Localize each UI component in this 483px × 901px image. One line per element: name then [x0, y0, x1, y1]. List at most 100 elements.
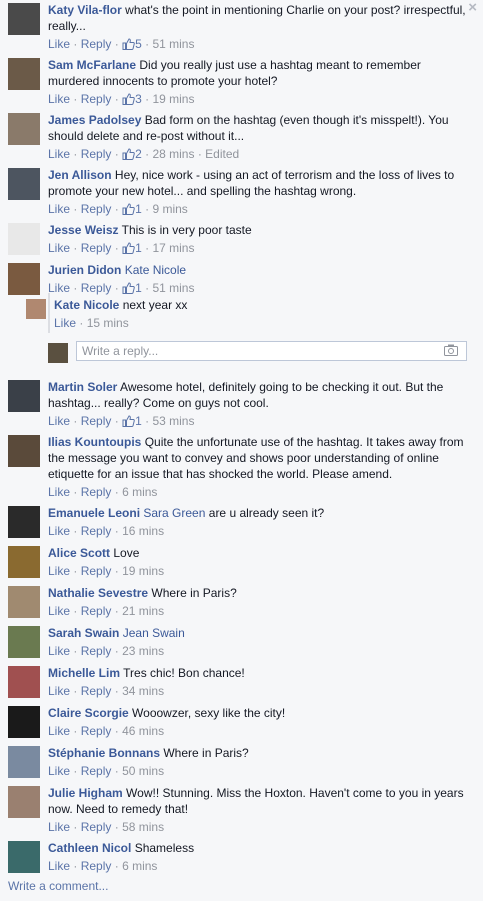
reply-link[interactable]: Reply — [81, 37, 112, 51]
avatar[interactable] — [8, 113, 40, 145]
avatar[interactable] — [8, 706, 40, 738]
commenter-name[interactable]: James Padolsey — [48, 113, 141, 127]
reply-link[interactable]: Reply — [81, 684, 112, 698]
timestamp[interactable]: 6 mins — [122, 859, 157, 873]
commenter-name[interactable]: Ilias Kountoupis — [48, 435, 141, 449]
commenter-name[interactable]: Jen Allison — [48, 168, 112, 182]
reply-link[interactable]: Reply — [81, 524, 112, 538]
avatar[interactable] — [8, 263, 40, 295]
thumbs-up-icon[interactable] — [122, 148, 135, 160]
close-icon[interactable]: × — [468, 0, 477, 15]
reply-input[interactable]: Write a reply... — [76, 341, 467, 361]
timestamp[interactable]: 6 mins — [122, 485, 157, 499]
timestamp[interactable]: 58 mins — [122, 820, 164, 834]
thumbs-up-icon[interactable] — [122, 38, 135, 50]
avatar[interactable] — [8, 626, 40, 658]
commenter-name[interactable]: Sarah Swain — [48, 626, 119, 640]
like-link[interactable]: Like — [48, 241, 70, 255]
avatar[interactable] — [8, 841, 40, 873]
reply-link[interactable]: Reply — [81, 724, 112, 738]
timestamp[interactable]: 17 mins — [152, 241, 194, 255]
commenter-name[interactable]: Alice Scott — [48, 546, 110, 560]
like-link[interactable]: Like — [48, 859, 70, 873]
like-link[interactable]: Like — [48, 604, 70, 618]
like-link[interactable]: Like — [48, 764, 70, 778]
like-link[interactable]: Like — [48, 414, 70, 428]
timestamp[interactable]: 28 mins — [152, 147, 194, 161]
like-count[interactable]: 2 — [135, 147, 142, 161]
timestamp[interactable]: 15 mins — [87, 316, 129, 330]
thumbs-up-icon[interactable] — [122, 203, 135, 215]
commenter-name[interactable]: Martin Soler — [48, 380, 117, 394]
reply-link[interactable]: Reply — [81, 202, 112, 216]
commenter-name[interactable]: Claire Scorgie — [48, 706, 129, 720]
timestamp[interactable]: 19 mins — [152, 92, 194, 106]
like-count[interactable]: 1 — [135, 241, 142, 255]
reply-link[interactable]: Reply — [81, 644, 112, 658]
like-link[interactable]: Like — [48, 820, 70, 834]
avatar[interactable] — [8, 3, 40, 35]
thumbs-up-icon[interactable] — [122, 93, 135, 105]
timestamp[interactable]: 46 mins — [122, 724, 164, 738]
timestamp[interactable]: 9 mins — [152, 202, 187, 216]
like-link[interactable]: Like — [48, 684, 70, 698]
like-count[interactable]: 3 — [135, 92, 142, 106]
commenter-name[interactable]: Nathalie Sevestre — [48, 586, 148, 600]
like-link[interactable]: Like — [48, 564, 70, 578]
avatar[interactable] — [8, 380, 40, 412]
avatar[interactable] — [8, 546, 40, 578]
avatar[interactable] — [8, 435, 40, 467]
timestamp[interactable]: 19 mins — [122, 564, 164, 578]
reply-link[interactable]: Reply — [81, 241, 112, 255]
timestamp[interactable]: 53 mins — [152, 414, 194, 428]
avatar[interactable] — [8, 58, 40, 90]
like-link[interactable]: Like — [48, 202, 70, 216]
edited-label[interactable]: Edited — [205, 147, 239, 161]
avatar[interactable] — [26, 299, 46, 319]
tagged-user[interactable]: Sara Green — [143, 506, 205, 520]
reply-link[interactable]: Reply — [81, 564, 112, 578]
avatar[interactable] — [8, 223, 40, 255]
timestamp[interactable]: 16 mins — [122, 524, 164, 538]
avatar[interactable] — [8, 746, 40, 778]
reply-link[interactable]: Reply — [81, 485, 112, 499]
reply-link[interactable]: Reply — [81, 764, 112, 778]
timestamp[interactable]: 34 mins — [122, 684, 164, 698]
reply-link[interactable]: Reply — [81, 604, 112, 618]
reply-link[interactable]: Reply — [81, 414, 112, 428]
avatar[interactable] — [8, 666, 40, 698]
commenter-name[interactable]: Stéphanie Bonnans — [48, 746, 160, 760]
like-link[interactable]: Like — [48, 147, 70, 161]
commenter-name[interactable]: Emanuele Leoni — [48, 506, 140, 520]
commenter-name[interactable]: Katy Vila-flor — [48, 3, 122, 17]
avatar[interactable] — [8, 168, 40, 200]
like-link[interactable]: Like — [48, 92, 70, 106]
reply-link[interactable]: Reply — [81, 92, 112, 106]
tagged-user[interactable]: Jean Swain — [123, 626, 185, 640]
avatar[interactable] — [8, 586, 40, 618]
timestamp[interactable]: 51 mins — [152, 37, 194, 51]
reply-link[interactable]: Reply — [81, 147, 112, 161]
write-comment-link[interactable]: Write a comment... — [8, 879, 108, 893]
commenter-name[interactable]: Julie Higham — [48, 786, 123, 800]
commenter-name[interactable]: Jurien Didon — [48, 263, 121, 277]
thumbs-up-icon[interactable] — [122, 415, 135, 427]
commenter-name[interactable]: Jesse Weisz — [48, 223, 119, 237]
avatar[interactable] — [8, 786, 40, 818]
camera-icon[interactable] — [444, 344, 458, 356]
thumbs-up-icon[interactable] — [122, 242, 135, 254]
commenter-name[interactable]: Sam McFarlane — [48, 58, 136, 72]
like-link[interactable]: Like — [48, 724, 70, 738]
reply-link[interactable]: Reply — [81, 820, 112, 834]
avatar[interactable] — [8, 506, 40, 538]
commenter-name[interactable]: Michelle Lim — [48, 666, 120, 680]
reply-link[interactable]: Reply — [81, 859, 112, 873]
like-link[interactable]: Like — [48, 644, 70, 658]
tagged-user[interactable]: Kate Nicole — [125, 263, 186, 277]
like-link[interactable]: Like — [48, 37, 70, 51]
like-link[interactable]: Like — [48, 485, 70, 499]
timestamp[interactable]: 50 mins — [122, 764, 164, 778]
like-link[interactable]: Like — [54, 316, 76, 330]
like-count[interactable]: 1 — [135, 414, 142, 428]
commenter-name[interactable]: Cathleen Nicol — [48, 841, 131, 855]
